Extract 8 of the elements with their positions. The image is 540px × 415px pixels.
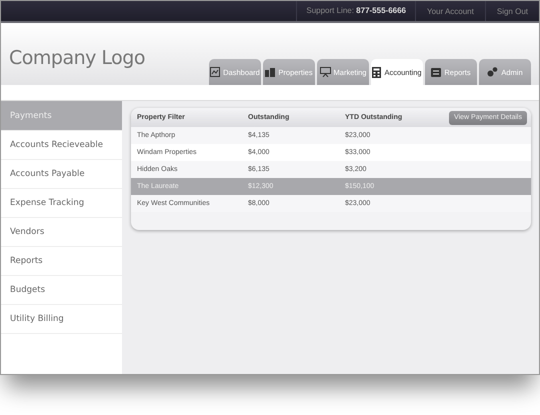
support-line: Support Line: 877-555-6666 xyxy=(296,1,415,21)
account-link[interactable]: Your Account xyxy=(415,1,485,21)
report-icon xyxy=(431,68,442,76)
sign-out-link[interactable]: Sign Out xyxy=(484,1,539,21)
dashboard-icon xyxy=(210,67,220,77)
presentation-icon xyxy=(320,67,331,77)
company-logo: Company Logo xyxy=(9,47,145,69)
calculator-icon xyxy=(372,66,382,78)
